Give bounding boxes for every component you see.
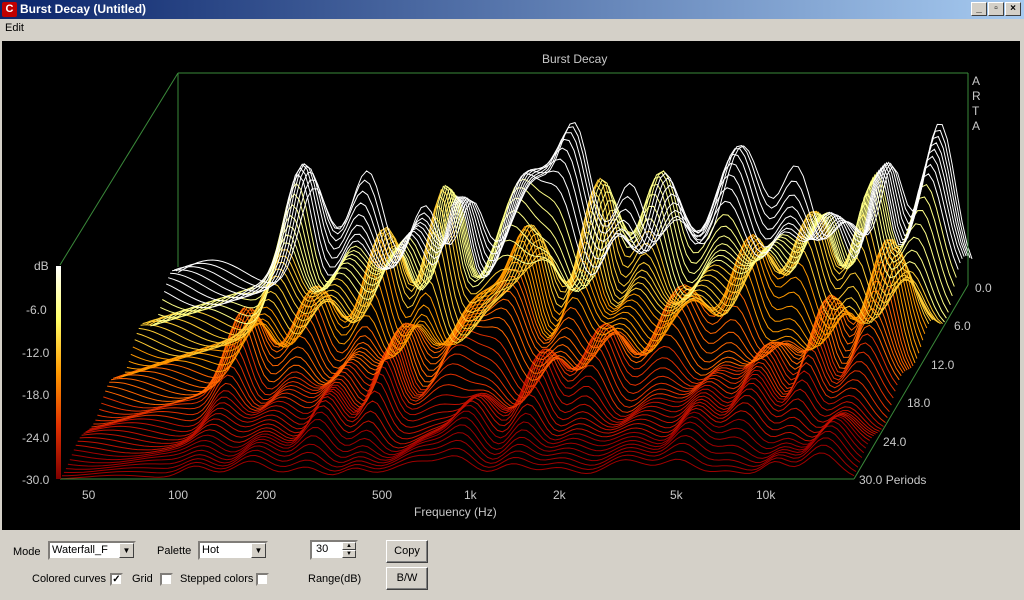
range-stepper[interactable]: 30 ▲ ▼ [310,540,358,560]
title-bar: C Burst Decay (Untitled) _ ▫ × [0,0,1024,19]
spin-up-icon[interactable]: ▲ [342,542,356,550]
waterfall-curves [59,122,973,480]
y-tick-label: -12.0 [22,346,50,360]
waterfall-chart: Burst Decay dB -6.0 -12.0 -18.0 -24.0 -3… [22,52,992,519]
x-tick-label: 2k [553,488,567,502]
palette-select[interactable]: Hot ▼ [198,541,268,560]
x-tick-label: 100 [168,488,188,502]
colorbar [56,266,61,479]
chevron-down-icon[interactable]: ▼ [251,543,266,558]
palette-label: Palette [157,545,192,557]
grid-checkbox[interactable] [160,573,173,586]
decay-slice-curve [126,239,922,370]
plot-title: Burst Decay [542,52,607,66]
decay-slice-curve [170,147,965,299]
menu-edit[interactable]: Edit [5,22,24,34]
mode-label: Mode [13,546,41,558]
z-tick-label: 6.0 [954,319,971,333]
x-tick-label: 10k [756,488,776,502]
menu-bar: Edit [0,19,1024,38]
x-tick-label: 1k [464,488,478,502]
z-tick-label: 0.0 [975,281,992,295]
palette-value: Hot [202,544,220,556]
stepped-colors-label: Stepped colors [180,573,254,585]
z-tick-label: 30.0 Periods [859,473,926,487]
arta-label: ARTA [972,74,981,133]
spin-down-icon[interactable]: ▼ [342,550,356,558]
copy-button[interactable]: Copy [386,540,428,563]
x-tick-label: 500 [372,488,392,502]
decay-slice-curve [163,169,959,309]
z-tick-label: 18.0 [907,396,931,410]
chevron-down-icon[interactable]: ▼ [119,543,134,558]
decay-slice-curve [69,417,865,464]
burst-decay-plot: Burst Decay dB -6.0 -12.0 -18.0 -24.0 -3… [2,41,1020,530]
colored-curves-checkbox[interactable]: ✓ [110,573,123,586]
z-tick-label: 24.0 [883,435,907,449]
bw-button[interactable]: B/W [386,567,428,590]
control-panel: Mode Waterfall_F ▼ Palette Hot ▼ 30 ▲ ▼ … [0,532,1024,600]
stepped-colors-checkbox[interactable] [256,573,269,586]
checkmark-icon: ✓ [112,574,121,585]
app-icon[interactable]: C [2,2,17,17]
z-tick-label: 12.0 [931,358,955,372]
mode-select[interactable]: Waterfall_F ▼ [48,541,136,560]
plot-frame [59,72,968,267]
minimize-button[interactable]: _ [971,2,987,16]
range-value: 30 [316,543,329,555]
mode-value: Waterfall_F [52,544,108,556]
y-tick-label: -6.0 [26,303,47,317]
x-axis-label: Frequency (Hz) [414,505,497,519]
maximize-button[interactable]: ▫ [988,2,1004,16]
grid-label: Grid [132,573,153,585]
x-tick-label: 5k [670,488,684,502]
y-tick-label: -30.0 [22,473,50,487]
window-title: Burst Decay (Untitled) [20,2,147,16]
range-label: Range(dB) [308,573,362,585]
y-tick-label: -24.0 [22,431,50,445]
colored-curves-label: Colored curves [32,573,106,585]
x-tick-label: 50 [82,488,96,502]
close-button[interactable]: × [1005,2,1021,16]
colorbar-label: dB [34,259,49,273]
x-tick-label: 200 [256,488,276,502]
y-tick-label: -18.0 [22,388,50,402]
